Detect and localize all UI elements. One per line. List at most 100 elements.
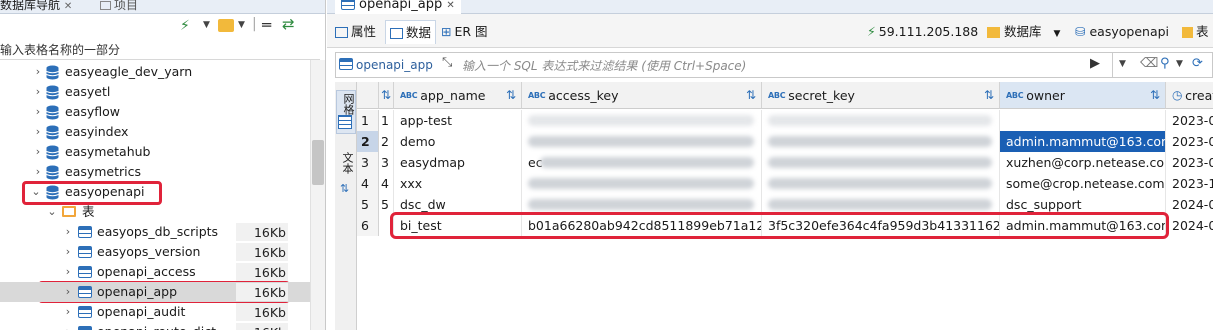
tab-database-navigator[interactable]: 数据库导航 ✕ (0, 0, 72, 13)
tree-table-easyops_db_scripts[interactable]: › easyops_db_scripts 16Kb (0, 222, 310, 242)
row-number[interactable]: 1 (357, 110, 379, 131)
tree-table-easyops_version[interactable]: › easyops_version 16Kb (0, 242, 310, 262)
filter-sort-icon[interactable]: ⇅ (1148, 87, 1162, 103)
column-header-secret_key[interactable]: ABC secret_key ⇅ (762, 82, 1000, 109)
chevron-right-icon[interactable]: › (63, 302, 73, 322)
tree-database-easymetrics[interactable]: › easymetrics (0, 162, 300, 182)
table-cell-access_key[interactable] (522, 173, 762, 194)
table-cell-created[interactable]: 2024-0 (1166, 215, 1213, 236)
table-cell-app_name[interactable]: demo (394, 131, 522, 152)
tree-database-easyopenapi[interactable]: ⌄ easyopenapi (0, 182, 300, 202)
chevron-right-icon[interactable]: › (33, 142, 43, 162)
tab-er-diagram[interactable]: ⊞ ER 图 (441, 20, 488, 44)
tree-database-easyeagle_dev_yarn[interactable]: › easyeagle_dev_yarn (0, 62, 300, 82)
new-folder-icon[interactable] (218, 19, 234, 32)
tree-table-openapi_audit[interactable]: › openapi_audit 16Kb (0, 302, 310, 322)
table-cell-id[interactable]: 2 (379, 131, 394, 152)
row-number[interactable]: 4 (357, 173, 379, 194)
chevron-down-icon[interactable]: ⌄ (31, 182, 41, 202)
table-cell-app_name[interactable]: app-test (394, 110, 522, 131)
navigator-scrollbar[interactable] (310, 60, 325, 330)
table-cell-secret_key[interactable] (762, 110, 1000, 131)
tab-properties[interactable]: 属性 (335, 20, 376, 44)
table-filter-input[interactable]: 输入表格名称的一部分 (0, 40, 320, 60)
tree-table-openapi_route_dict[interactable]: › openapi_route_dict 16Kb (0, 322, 310, 330)
close-icon[interactable]: ✕ (446, 0, 454, 11)
table-selector[interactable]: 表 (1182, 20, 1209, 44)
apply-filter-icon[interactable]: ▶ (1090, 56, 1100, 71)
table-cell-secret_key[interactable] (762, 131, 1000, 152)
chevron-right-icon[interactable]: › (33, 122, 43, 142)
table-cell-id[interactable]: 5 (379, 194, 394, 215)
tree-database-easyindex[interactable]: › easyindex (0, 122, 300, 142)
table-cell-owner[interactable] (1000, 110, 1166, 131)
table-cell-created[interactable]: 2023-0 (1166, 110, 1213, 131)
table-cell-owner[interactable]: admin.mammut@163.com (1000, 131, 1166, 152)
chevron-right-icon[interactable]: › (63, 242, 73, 262)
table-cell-created[interactable]: 2023-1 (1166, 173, 1213, 194)
table-cell-secret_key[interactable] (762, 173, 1000, 194)
chevron-down-icon[interactable]: ▼ (1119, 59, 1126, 69)
tree-database-easymetahub[interactable]: › easymetahub (0, 142, 300, 162)
column-header-id[interactable]: ⇅ (379, 82, 394, 109)
navigator-scrollbar-thumb[interactable] (312, 140, 324, 185)
chevron-down-icon[interactable]: ▼ (203, 20, 210, 30)
sort-icon[interactable]: ⇅ (379, 87, 393, 103)
eraser-icon[interactable]: ⌫ (1140, 56, 1158, 71)
chevron-down-icon[interactable]: ⌄ (47, 202, 57, 222)
chevron-right-icon[interactable]: › (33, 162, 43, 182)
server-indicator[interactable]: ⚡ 59.111.205.188 (867, 20, 978, 44)
tab-project[interactable]: 项目 (100, 0, 138, 13)
new-connection-icon[interactable]: ⚡ (180, 18, 190, 34)
sql-filter-input[interactable]: 输入一个 SQL 表达式来过滤结果 (使用 Ctrl+Space) (462, 57, 746, 74)
column-header-created[interactable]: ◷create (1166, 82, 1213, 109)
table-cell-app_name[interactable]: easydmap (394, 152, 522, 173)
table-cell-owner[interactable]: some@crop.netease.com (1000, 173, 1166, 194)
table-cell-id[interactable]: 4 (379, 173, 394, 194)
database-selector[interactable]: 数据库 ▼ (987, 20, 1060, 44)
schema-selector[interactable]: ⛁ easyopenapi (1075, 20, 1169, 44)
filter-sort-icon[interactable]: ⇅ (982, 87, 996, 103)
expand-icon[interactable]: ⤡ (442, 55, 452, 70)
table-cell-created[interactable]: 2023-0 (1166, 152, 1213, 173)
table-cell-access_key[interactable] (522, 131, 762, 152)
chevron-right-icon[interactable]: › (33, 82, 43, 102)
collapse-icon[interactable]: ═ (262, 16, 271, 34)
table-cell-access_key[interactable]: ec (522, 152, 762, 173)
chevron-right-icon[interactable]: › (63, 322, 73, 330)
sql-filter-bar[interactable]: openapi_app ⤡ 输入一个 SQL 表达式来过滤结果 (使用 Ctrl… (335, 52, 1213, 78)
tree-database-easyetl[interactable]: › easyetl (0, 82, 300, 102)
table-cell-created[interactable]: 2024-0 (1166, 194, 1213, 215)
chevron-right-icon[interactable]: › (63, 282, 73, 302)
tree-table-openapi_app[interactable]: › openapi_app 16Kb (0, 282, 310, 302)
filter-sort-icon[interactable]: ⇅ (744, 87, 758, 103)
column-header-num[interactable] (357, 82, 379, 109)
tree-database-easyflow[interactable]: › easyflow (0, 102, 300, 122)
chevron-right-icon[interactable]: › (63, 262, 73, 282)
tree-table-openapi_access[interactable]: › openapi_access 16Kb (0, 262, 310, 282)
close-icon[interactable]: ✕ (64, 1, 72, 12)
table-cell-created[interactable]: 2023-0 (1166, 131, 1213, 152)
table-cell-app_name[interactable]: xxx (394, 173, 522, 194)
tab-data[interactable]: 数据 (385, 20, 437, 44)
row-number[interactable]: 2 (357, 131, 379, 152)
row-number[interactable]: 5 (357, 194, 379, 215)
chevron-right-icon[interactable]: › (33, 62, 43, 82)
row-number[interactable]: 6 (357, 215, 379, 236)
chevron-down-icon[interactable]: ▼ (1176, 59, 1183, 69)
table-cell-id[interactable]: 1 (379, 110, 394, 131)
chevron-right-icon[interactable]: › (63, 222, 73, 242)
link-with-editor-icon[interactable]: ⇄ (282, 15, 295, 33)
table-cell-id[interactable]: 3 (379, 152, 394, 173)
row-number[interactable]: 3 (357, 152, 379, 173)
filter-icon[interactable]: ⚲ (1160, 56, 1170, 71)
chevron-right-icon[interactable]: › (33, 102, 43, 122)
column-header-owner[interactable]: ABC owner ⇅ (1000, 82, 1166, 109)
refresh-icon[interactable]: ⟳ (1192, 56, 1203, 71)
table-cell-secret_key[interactable] (762, 152, 1000, 173)
filter-sort-icon[interactable]: ⇅ (504, 87, 518, 103)
column-header-app_name[interactable]: ABC app_name ⇅ (394, 82, 522, 109)
tab-openapi-app[interactable]: openapi_app ✕ (335, 0, 461, 14)
table-cell-access_key[interactable] (522, 110, 762, 131)
table-cell-owner[interactable]: xuzhen@corp.netease.com (1000, 152, 1166, 173)
